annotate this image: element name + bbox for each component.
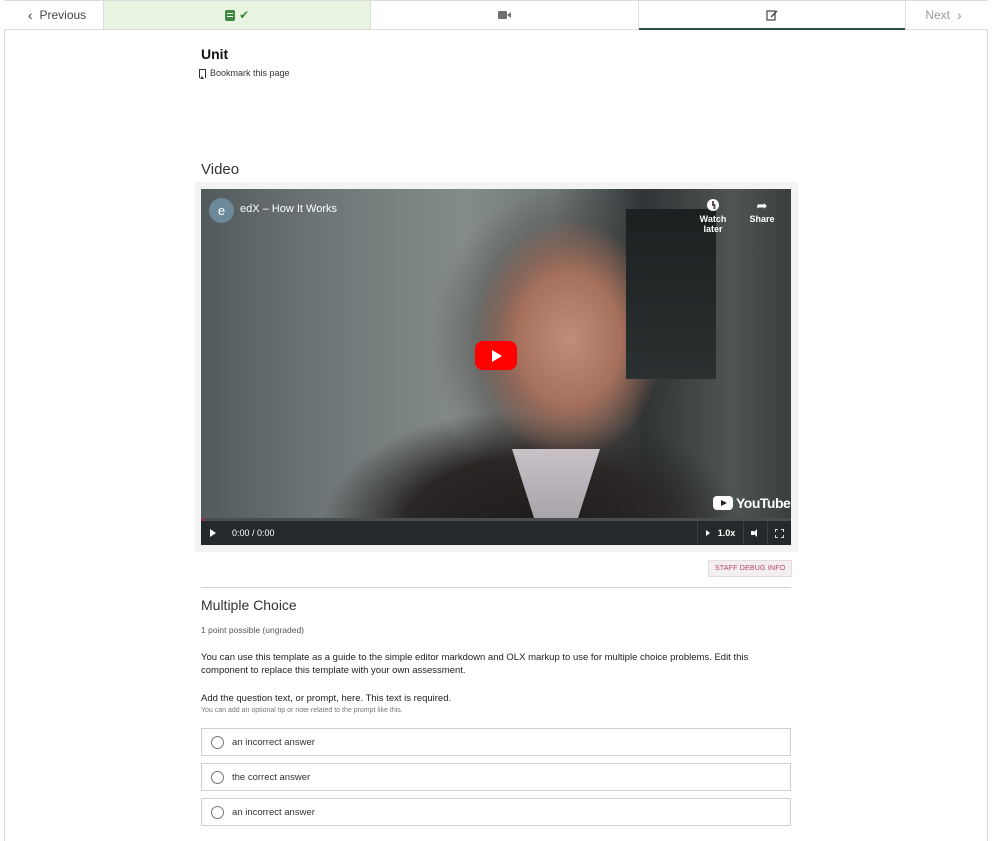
radio-button[interactable]: [211, 735, 224, 749]
staff-debug-button[interactable]: STAFF DEBUG INFO: [708, 560, 793, 577]
problem-title: Multiple Choice: [201, 597, 297, 613]
speed-button[interactable]: 1.0x: [697, 521, 743, 545]
video-subject-shirt: [512, 449, 600, 518]
watch-later-button[interactable]: Watch later: [690, 198, 736, 234]
choice-label: the correct answer: [232, 771, 311, 783]
video-player[interactable]: e edX – How It Works Watch later ➦ Share…: [201, 189, 791, 545]
problem-description: You can use this template as a guide to …: [201, 652, 749, 676]
youtube-wordmark: YouTube: [736, 495, 791, 511]
bookmark-icon: [199, 68, 206, 79]
video-camera-icon: [497, 11, 511, 19]
sequence-navigation: ‹ Previous ✔ Next ›: [4, 0, 988, 30]
radio-button[interactable]: [211, 770, 224, 784]
choice-option-2[interactable]: the correct answer: [201, 763, 791, 791]
volume-button[interactable]: [743, 521, 767, 545]
clock-icon: [707, 199, 719, 211]
choice-option-3[interactable]: an incorrect answer: [201, 798, 791, 826]
chevron-left-icon: ‹: [27, 7, 33, 23]
youtube-play-button[interactable]: [475, 341, 517, 370]
unit-header: Unit Bookmark this page: [199, 46, 791, 79]
problem-sheet-icon: [225, 9, 236, 21]
video-controls: 0:00 / 0:00 1.0x: [201, 521, 791, 545]
youtube-play-icon: [713, 496, 733, 510]
tab-edit-active[interactable]: [638, 1, 906, 30]
edit-icon: [766, 9, 778, 21]
previous-label: Previous: [39, 8, 87, 22]
video-heading: Video: [201, 161, 240, 178]
problem-tip: You can add an optional tip or note rela…: [201, 707, 403, 714]
sequence-tabs: ✔: [104, 1, 906, 30]
video-time: 0:00 / 0:00: [232, 528, 275, 538]
video-title[interactable]: edX – How It Works: [240, 203, 337, 215]
bookmark-button[interactable]: Bookmark this page: [199, 68, 791, 79]
video-container: e edX – How It Works Watch later ➦ Share…: [195, 182, 798, 552]
share-label: Share: [749, 214, 775, 224]
chevron-right-icon: ›: [957, 7, 962, 23]
youtube-logo[interactable]: YouTube: [713, 495, 791, 511]
next-label: Next: [925, 8, 950, 22]
choice-label: an incorrect answer: [232, 806, 315, 818]
play-button[interactable]: [201, 521, 225, 545]
unit-title: Unit: [201, 46, 229, 62]
tab-problem-completed[interactable]: ✔: [104, 1, 372, 29]
bookmark-label: Bookmark this page: [210, 68, 290, 78]
watch-later-label: Watch later: [699, 214, 727, 234]
share-icon: ➦: [756, 197, 768, 213]
speed-label: 1.0x: [717, 528, 736, 538]
fullscreen-icon: [775, 528, 784, 538]
volume-icon: [750, 529, 761, 537]
choice-label: an incorrect answer: [232, 736, 315, 748]
tab-video[interactable]: [371, 1, 639, 29]
speed-triangle-icon: [705, 530, 710, 536]
video-background-window: [626, 209, 716, 379]
next-button[interactable]: Next ›: [906, 1, 988, 29]
choice-option-1[interactable]: an incorrect answer: [201, 728, 791, 756]
section-divider: [201, 587, 791, 588]
problem-points: 1 point possible (ungraded): [201, 625, 305, 635]
check-icon: ✔: [239, 8, 250, 22]
channel-avatar[interactable]: e: [209, 198, 234, 223]
radio-button[interactable]: [211, 805, 224, 819]
problem-prompt: Add the question text, or prompt, here. …: [201, 693, 452, 704]
previous-button[interactable]: ‹ Previous: [4, 1, 104, 29]
fullscreen-button[interactable]: [767, 521, 791, 545]
share-button[interactable]: ➦ Share: [748, 197, 776, 225]
